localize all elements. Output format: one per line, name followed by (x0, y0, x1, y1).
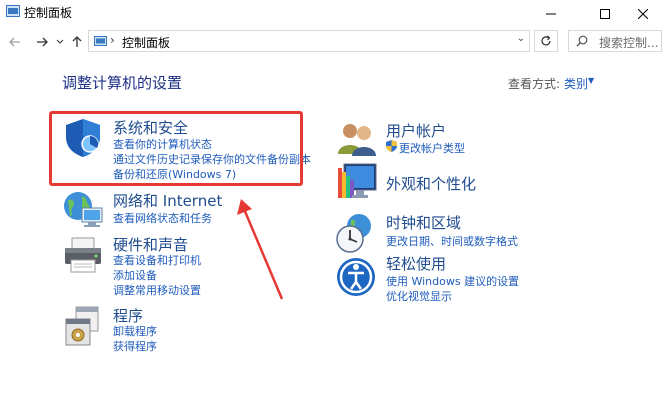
annotation-arrow-icon (237, 199, 284, 300)
category-appearance-personalization[interactable]: 外观和个性化 (386, 173, 476, 194)
control-panel-location-icon (94, 36, 107, 46)
ease-of-access-icon (337, 258, 375, 296)
link-change-account-type[interactable]: 更改帐户类型 (399, 140, 465, 156)
network-globe-icon (64, 192, 103, 227)
link-windows-recommended-settings[interactable]: 使用 Windows 建议的设置 (386, 273, 519, 289)
address-dropdown-icon[interactable]: ⌄ (517, 33, 525, 44)
link-network-status[interactable]: 查看网络状态和任务 (113, 210, 212, 226)
maximize-icon (600, 8, 610, 19)
link-get-programs[interactable]: 获得程序 (113, 338, 157, 354)
page-title: 调整计算机的设置 (62, 74, 183, 92)
clock-globe-icon (336, 214, 371, 253)
refresh-icon (541, 35, 551, 46)
forward-button[interactable] (33, 33, 51, 51)
chevron-down-icon (56, 39, 64, 44)
back-button[interactable] (6, 33, 24, 51)
minimize-icon (546, 13, 556, 14)
up-button[interactable] (68, 33, 86, 51)
printer-icon (65, 237, 101, 273)
up-arrow-icon (72, 36, 82, 47)
uac-shield-icon (386, 140, 397, 152)
window-title: 控制面板 (24, 6, 73, 20)
category-ease-of-access[interactable]: 轻松使用 (386, 253, 446, 274)
category-network-internet[interactable]: 网络和 Internet (113, 190, 222, 211)
link-uninstall-program[interactable]: 卸载程序 (113, 323, 157, 339)
link-change-date-time-format[interactable]: 更改日期、时间或数字格式 (386, 233, 518, 249)
link-add-device[interactable]: 添加设备 (113, 267, 157, 283)
link-mobility-settings[interactable]: 调整常用移动设置 (113, 282, 201, 298)
link-optimize-visual-display[interactable]: 优化视觉显示 (386, 288, 452, 304)
minimize-button[interactable] (528, 0, 574, 27)
view-by-label: 查看方式: (508, 77, 561, 91)
address-row: › 控制面板 ⌄ 搜索控制... (0, 27, 666, 57)
programs-icon (65, 306, 99, 346)
view-by-dropdown[interactable]: 类别 (564, 75, 588, 92)
close-icon (638, 8, 648, 19)
search-icon (576, 35, 588, 47)
refresh-button[interactable] (534, 30, 558, 52)
highlight-box (49, 111, 303, 186)
forward-arrow-icon (37, 37, 48, 47)
address-bar[interactable]: › 控制面板 ⌄ (88, 30, 530, 52)
search-placeholder: 搜索控制... (599, 36, 659, 50)
control-panel-icon (6, 5, 20, 17)
link-devices-printers[interactable]: 查看设备和打印机 (113, 252, 201, 268)
view-by-caret-icon[interactable]: ▼ (588, 76, 594, 85)
user-accounts-icon (338, 124, 376, 156)
title-bar: 控制面板 (0, 0, 666, 27)
breadcrumb-control-panel[interactable]: 控制面板 (122, 34, 170, 51)
appearance-monitor-icon (338, 163, 377, 198)
recent-locations-button[interactable] (54, 33, 66, 51)
category-clock-region[interactable]: 时钟和区域 (386, 212, 461, 233)
back-arrow-icon (9, 37, 20, 47)
close-button[interactable] (620, 0, 666, 27)
search-box[interactable]: 搜索控制... (568, 30, 662, 52)
breadcrumb-separator-icon: › (110, 33, 115, 47)
category-user-accounts[interactable]: 用户帐户 (386, 120, 446, 141)
